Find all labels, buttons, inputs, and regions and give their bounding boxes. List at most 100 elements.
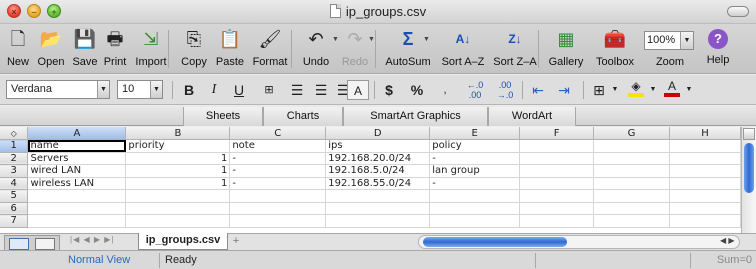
- tab-wordart[interactable]: WordArt: [488, 107, 576, 126]
- strikethrough-button[interactable]: ⊞: [258, 80, 280, 100]
- cell-table[interactable]: ◇ A B C D E F G H 1 name priority note ips policy 2 Ser…: [0, 127, 741, 228]
- undo-menu-arrow[interactable]: ▼: [332, 36, 339, 43]
- cell[interactable]: Servers: [27, 152, 127, 165]
- save-button[interactable]: 💾 Save: [70, 27, 100, 68]
- zoom-select[interactable]: 100% ▼: [644, 31, 694, 50]
- cell[interactable]: 192.168.5.0/24: [325, 164, 431, 178]
- undo-button[interactable]: ↶ Undo: [300, 27, 332, 68]
- row-header[interactable]: 7: [0, 214, 29, 228]
- cell[interactable]: [229, 214, 327, 228]
- horizontal-scroll-thumb[interactable]: [423, 237, 567, 247]
- row-header[interactable]: 1: [0, 139, 29, 153]
- select-all-corner[interactable]: ◇: [0, 127, 29, 140]
- cell[interactable]: wired LAN: [27, 164, 127, 178]
- toolbar-toggle-button[interactable]: [727, 6, 749, 17]
- cell[interactable]: [27, 189, 127, 203]
- align-center-icon[interactable]: ☰: [312, 80, 330, 100]
- cell[interactable]: [669, 164, 741, 178]
- decrease-decimal-icon[interactable]: .00 →.0: [492, 80, 518, 100]
- column-header-f[interactable]: F: [519, 127, 595, 140]
- sheet-tab[interactable]: ip_groups.csv: [138, 233, 228, 250]
- import-button[interactable]: ⇲ Import: [132, 27, 170, 68]
- cell[interactable]: [125, 202, 231, 215]
- cell[interactable]: 1: [125, 177, 231, 190]
- horizontal-scrollbar[interactable]: [418, 235, 740, 249]
- cell[interactable]: wireless LAN: [27, 177, 127, 190]
- spreadsheet-grid[interactable]: ◇ A B C D E F G H 1 name priority note ips policy 2 Ser…: [0, 127, 741, 233]
- redo-button[interactable]: ↷ Redo: [341, 27, 369, 68]
- page-layout-view-icon[interactable]: [35, 238, 55, 250]
- sheet-navigation-arrows[interactable]: |◀ ◀ ▶ ▶|: [70, 235, 114, 244]
- cell[interactable]: [519, 177, 595, 190]
- cell[interactable]: [429, 189, 521, 203]
- cell[interactable]: -: [229, 177, 327, 190]
- redo-menu-arrow[interactable]: ▼: [368, 36, 375, 43]
- increase-decimal-icon[interactable]: ←.0.00: [462, 80, 488, 100]
- cell[interactable]: [593, 139, 671, 153]
- cell[interactable]: [229, 202, 327, 215]
- vertical-scrollbar[interactable]: [741, 127, 756, 233]
- font-color-icon[interactable]: A: [662, 80, 682, 100]
- gallery-button[interactable]: ▦ Gallery: [547, 27, 585, 68]
- cell[interactable]: priority: [125, 139, 231, 153]
- vertical-scroll-thumb[interactable]: [744, 143, 754, 193]
- cell[interactable]: [519, 214, 595, 228]
- format-button[interactable]: 🖌 Format: [250, 27, 290, 68]
- chevron-down-icon[interactable]: ▼: [610, 80, 620, 100]
- new-button[interactable]: 🗋 New: [4, 27, 32, 68]
- cell[interactable]: [27, 214, 127, 228]
- cell[interactable]: [519, 152, 595, 165]
- cell[interactable]: 192.168.55.0/24: [325, 177, 431, 190]
- increase-indent-icon[interactable]: ⇥: [553, 80, 575, 100]
- cell[interactable]: policy: [429, 139, 521, 153]
- sort-z-a-button[interactable]: Z↓ Sort Z–A: [490, 27, 540, 68]
- cell[interactable]: [27, 202, 127, 215]
- copy-button[interactable]: ⎘ Copy: [178, 27, 210, 68]
- cell[interactable]: [519, 139, 595, 153]
- cell[interactable]: [669, 177, 741, 190]
- cell[interactable]: [593, 164, 671, 178]
- cell[interactable]: 1: [125, 164, 231, 178]
- split-box[interactable]: [743, 128, 755, 140]
- cell[interactable]: 1: [125, 152, 231, 165]
- cell[interactable]: [593, 177, 671, 190]
- cell[interactable]: [429, 214, 521, 228]
- cell[interactable]: [325, 202, 431, 215]
- cell[interactable]: name: [27, 139, 127, 153]
- cell[interactable]: [593, 214, 671, 228]
- cell[interactable]: [429, 202, 521, 215]
- print-button[interactable]: 🖶 Print: [101, 27, 129, 68]
- sort-a-z-button[interactable]: A↓ Sort A–Z: [438, 27, 488, 68]
- merge-cells-icon[interactable]: A: [347, 80, 369, 100]
- column-header-d[interactable]: D: [325, 127, 431, 140]
- font-size-select[interactable]: 10 ▼: [117, 80, 163, 99]
- cell[interactable]: ips: [325, 139, 431, 153]
- comma-style-icon[interactable]: ,: [434, 80, 456, 100]
- paste-button[interactable]: 📋 Paste: [214, 27, 246, 68]
- cell[interactable]: [125, 214, 231, 228]
- decrease-indent-icon[interactable]: ⇤: [527, 80, 549, 100]
- cell[interactable]: [669, 202, 741, 215]
- column-header-b[interactable]: B: [125, 127, 231, 140]
- cell[interactable]: note: [229, 139, 327, 153]
- cell[interactable]: lan group: [429, 164, 521, 178]
- row-header[interactable]: 6: [0, 202, 29, 215]
- help-button[interactable]: ? Help: [704, 27, 732, 66]
- cell[interactable]: [593, 202, 671, 215]
- cell[interactable]: [669, 189, 741, 203]
- column-header-e[interactable]: E: [429, 127, 521, 140]
- cell[interactable]: [519, 164, 595, 178]
- chevron-down-icon[interactable]: ▼: [648, 80, 658, 100]
- bold-button[interactable]: B: [180, 80, 198, 100]
- cell[interactable]: -: [429, 152, 521, 165]
- currency-button[interactable]: $: [380, 80, 398, 100]
- cell[interactable]: [593, 152, 671, 165]
- row-header[interactable]: 2: [0, 152, 29, 165]
- column-header-a[interactable]: A: [27, 127, 127, 140]
- cell[interactable]: [669, 139, 741, 153]
- chevron-down-icon[interactable]: ▼: [684, 80, 694, 100]
- row-header[interactable]: 3: [0, 164, 29, 178]
- tab-smartart-graphics[interactable]: SmartArt Graphics: [343, 107, 488, 126]
- row-header[interactable]: 4: [0, 177, 29, 190]
- cell[interactable]: -: [229, 164, 327, 178]
